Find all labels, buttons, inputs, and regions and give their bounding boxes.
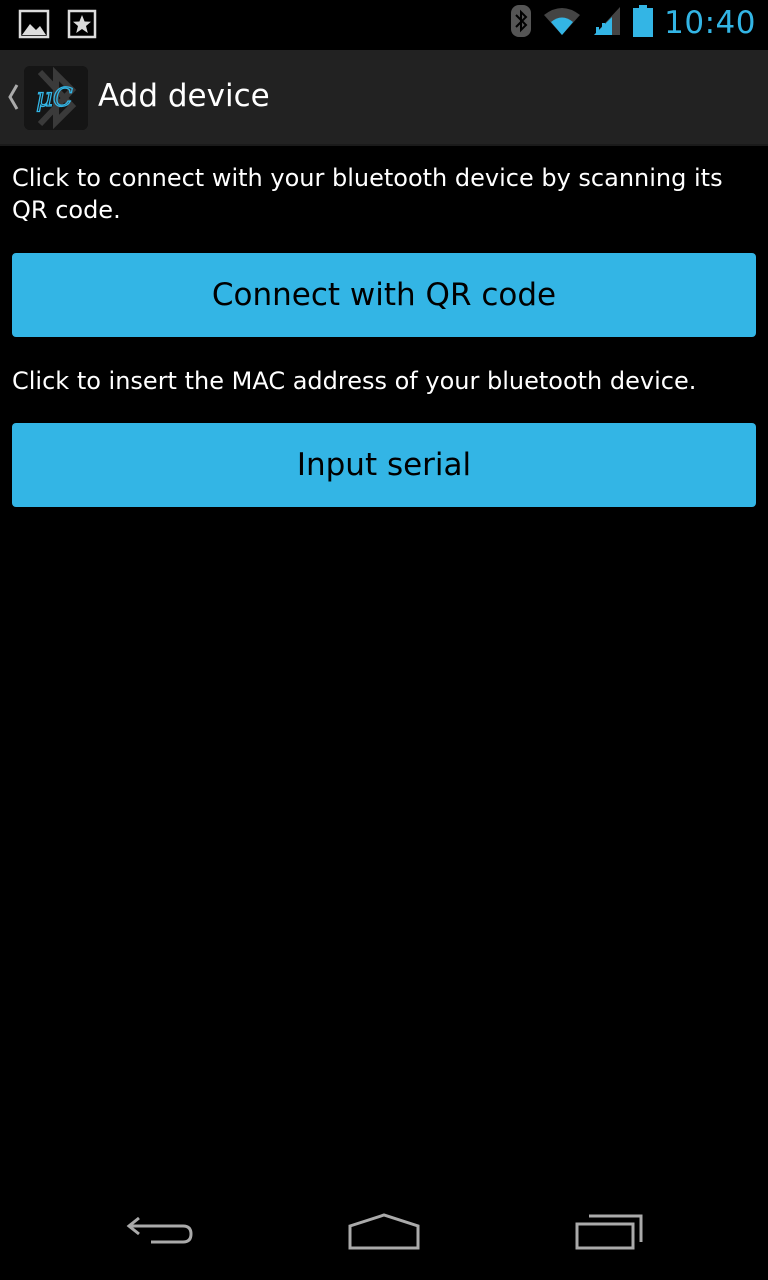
signal-icon — [592, 5, 622, 41]
status-clock: 10:40 — [664, 5, 756, 41]
recent-apps-icon[interactable] — [564, 1208, 654, 1256]
wifi-icon — [542, 5, 582, 41]
notification-icons — [18, 8, 98, 40]
serial-description: Click to insert the MAC address of your … — [12, 367, 697, 395]
action-bar: μC Add device — [0, 50, 768, 146]
system-icons: 10:40 — [510, 4, 756, 42]
bluetooth-icon — [510, 4, 532, 42]
app-logo-icon[interactable]: μC — [24, 66, 88, 130]
navigation-bar — [0, 1184, 768, 1280]
input-serial-button[interactable]: Input serial — [12, 423, 756, 507]
connect-qr-button[interactable]: Connect with QR code — [12, 253, 756, 337]
gallery-icon — [18, 8, 50, 40]
up-caret-icon[interactable] — [6, 82, 20, 116]
starred-notification-icon — [66, 8, 98, 40]
qr-description: Click to connect with your bluetooth dev… — [12, 164, 723, 224]
app-logo-text: μC — [36, 83, 73, 113]
home-icon[interactable] — [339, 1208, 429, 1256]
status-bar: 10:40 — [0, 0, 768, 50]
page-title: Add device — [98, 78, 270, 114]
battery-icon — [632, 4, 654, 42]
back-icon[interactable] — [115, 1208, 205, 1256]
